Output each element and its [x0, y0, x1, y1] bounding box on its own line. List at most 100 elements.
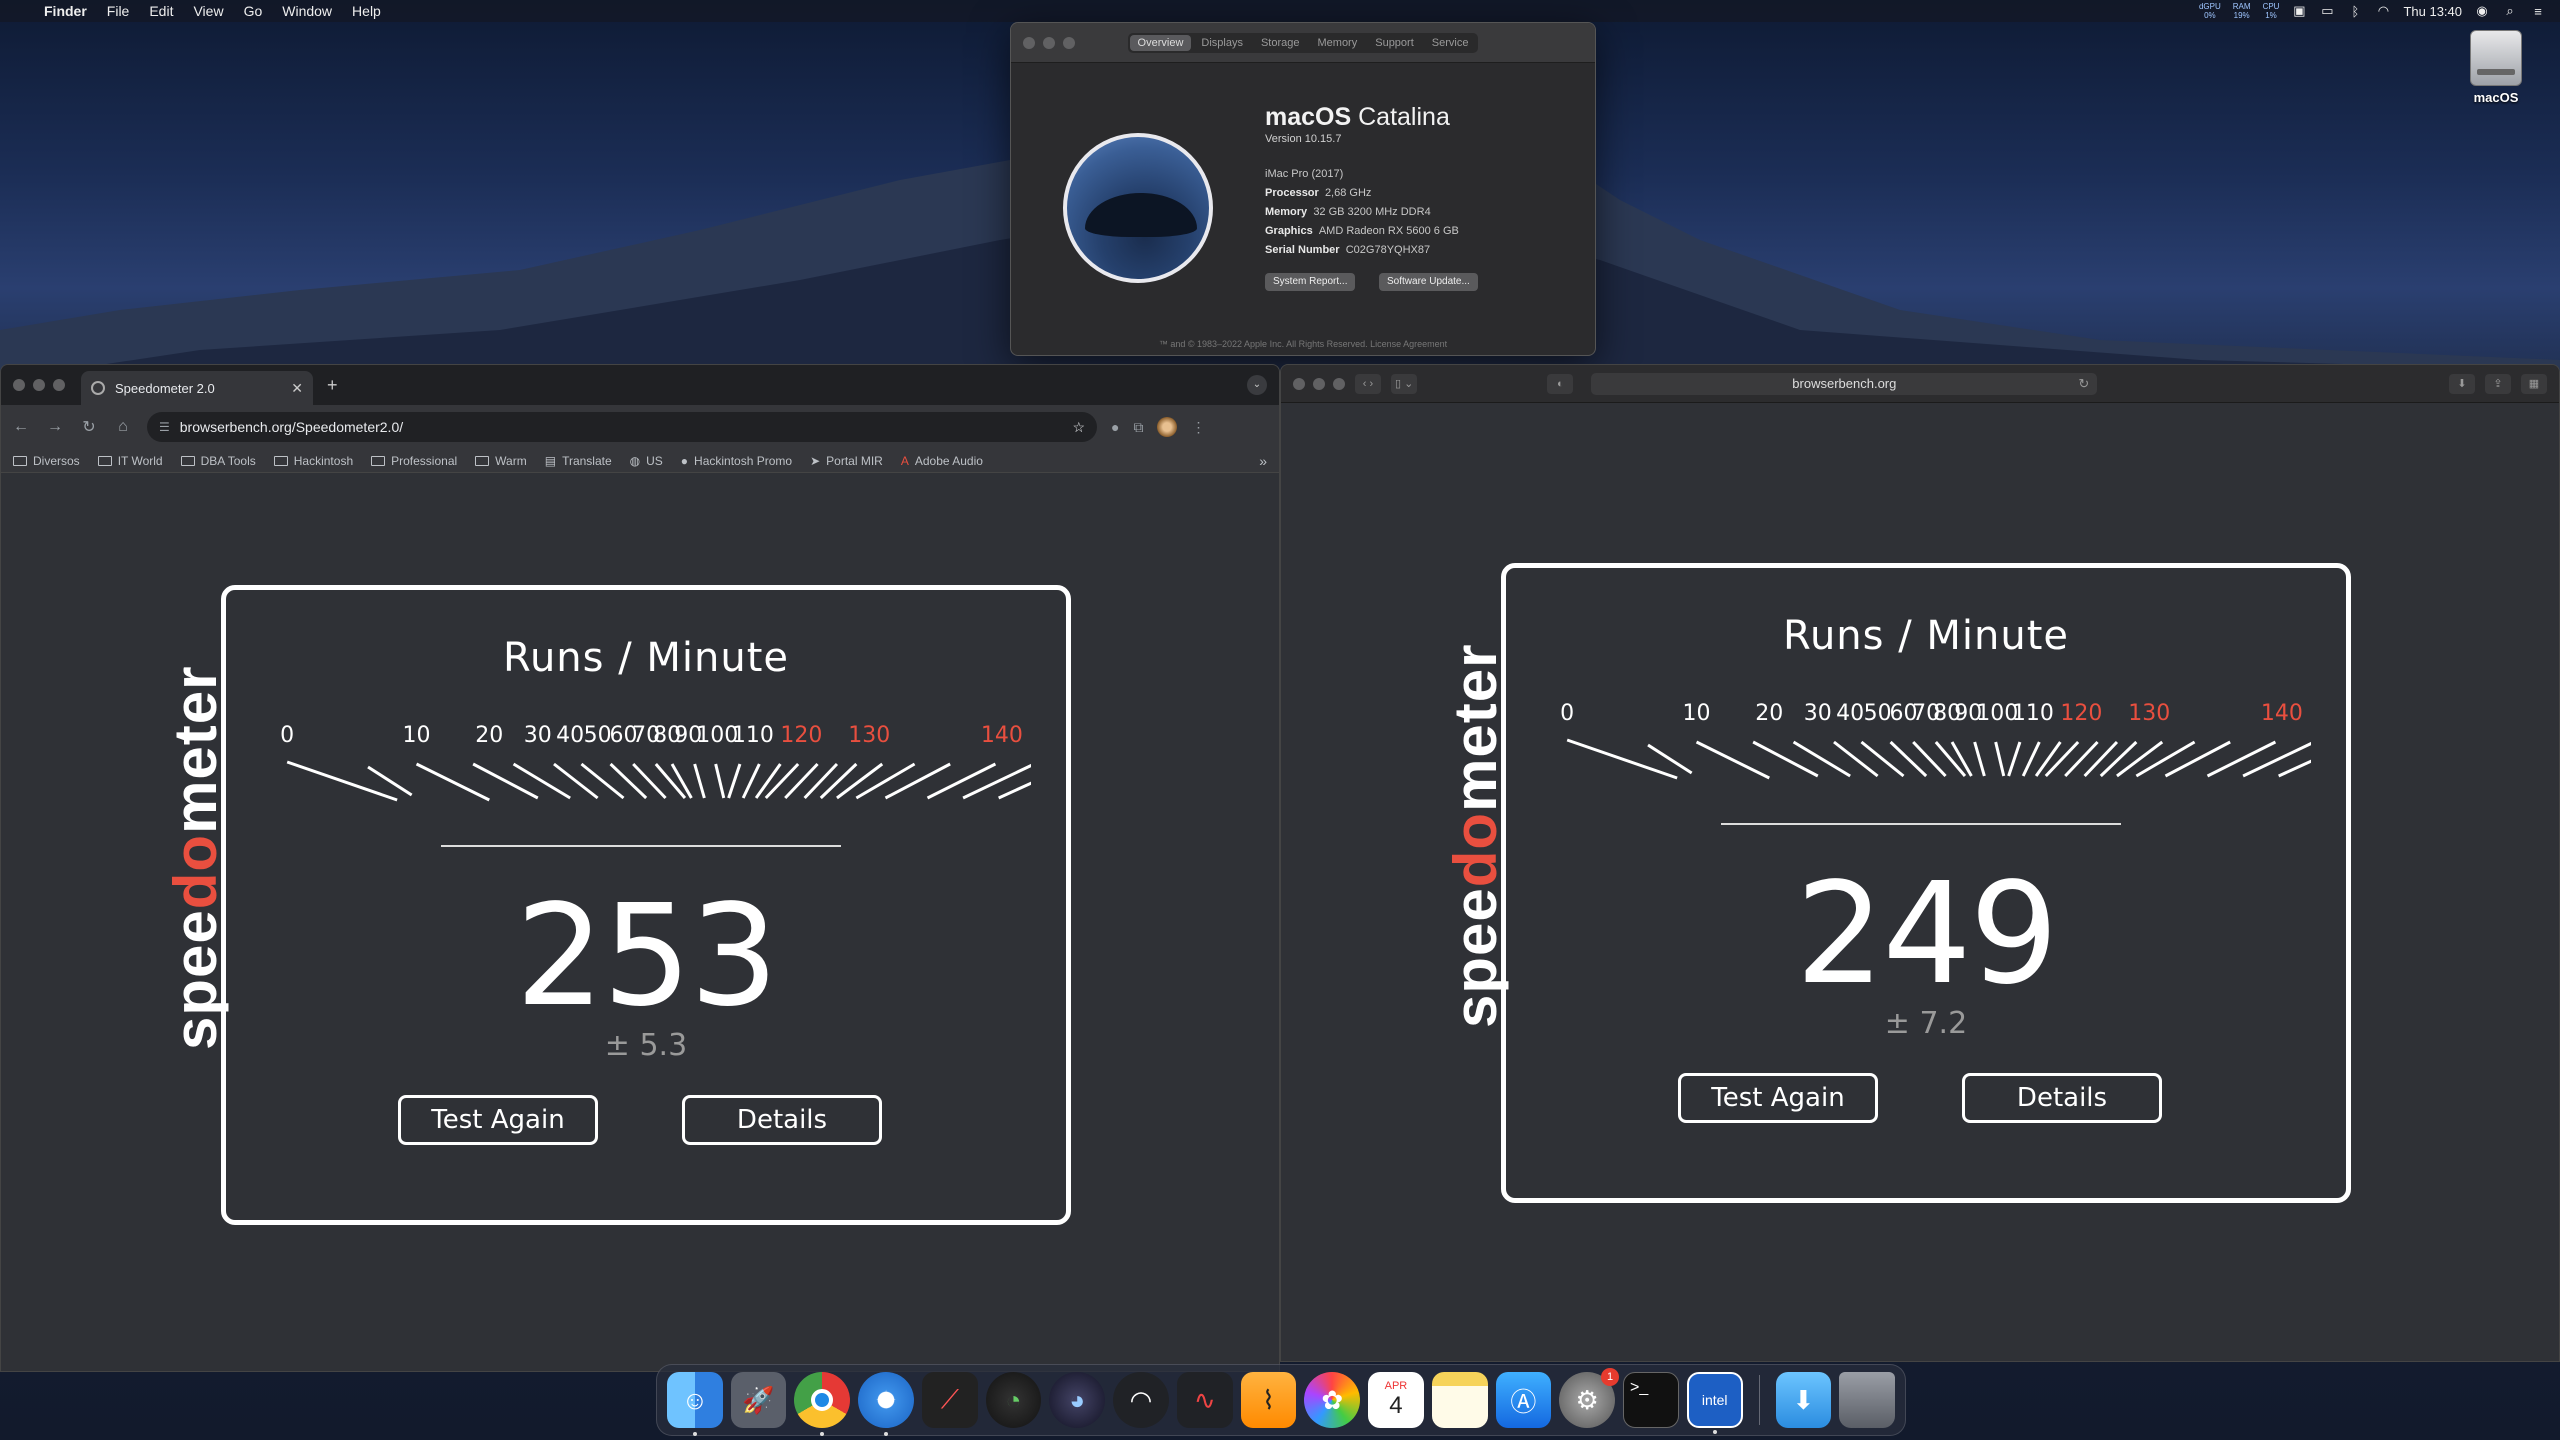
minimize-button[interactable]	[1313, 377, 1325, 390]
bookmark-link[interactable]: ◍ US	[630, 454, 663, 468]
user-icon[interactable]: ◉	[2474, 3, 2490, 18]
tab-overview[interactable]: Overview	[1129, 34, 1192, 51]
spotlight-icon[interactable]: ⌕	[2502, 3, 2518, 18]
minimize-button[interactable]	[33, 379, 45, 391]
extension-icon[interactable]: ●	[1111, 419, 1119, 435]
performance-icon[interactable]: ◠	[1113, 1372, 1169, 1428]
globe-icon	[91, 381, 105, 395]
safari-icon[interactable]: ✧	[858, 1372, 914, 1436]
more-bookmarks-icon[interactable]: »	[1259, 453, 1267, 469]
bookmark-star-icon[interactable]: ☆	[1072, 419, 1085, 436]
forward-icon[interactable]: →	[45, 418, 65, 436]
terminal-icon[interactable]: >_	[1623, 1372, 1679, 1428]
speed-gauge: 0 10 20 30 40 5060708090100110 120 130 140	[280, 723, 1031, 802]
software-update-button[interactable]: Software Update...	[1379, 273, 1478, 291]
menu-help[interactable]: Help	[352, 3, 381, 19]
photos-icon[interactable]: ✿	[1304, 1372, 1361, 1428]
profile-avatar[interactable]	[1157, 417, 1178, 437]
zoom-button[interactable]	[1063, 36, 1075, 49]
bookmark-folder[interactable]: IT World	[97, 454, 163, 468]
gauge-tick-mark	[741, 763, 761, 799]
tab-memory[interactable]: Memory	[1310, 35, 1366, 51]
close-button[interactable]	[1023, 36, 1035, 49]
menu-window[interactable]: Window	[282, 3, 332, 19]
close-tab-icon[interactable]: ✕	[291, 380, 303, 397]
back-forward-icon[interactable]: ‹ ›	[1355, 373, 1381, 394]
details-button[interactable]: Details	[682, 1095, 882, 1145]
ram-stat[interactable]: RAM 19%	[2233, 2, 2251, 20]
istat-icon[interactable]: ◔	[985, 1372, 1042, 1428]
about-tabs: Overview Displays Storage Memory Support…	[1127, 32, 1479, 53]
clock[interactable]: Thu 13:40	[2403, 4, 2462, 19]
cpu-stat[interactable]: CPU 1%	[2263, 2, 2280, 20]
activity-icon[interactable]: ⌇	[1240, 1372, 1297, 1428]
gauge-tick-mark	[754, 763, 782, 799]
menu-kebab-icon[interactable]: ⋮	[1191, 419, 1205, 436]
desktop-disk[interactable]: macOS	[2466, 30, 2526, 105]
extensions-puzzle-icon[interactable]: ⧉	[1133, 419, 1143, 436]
bluetooth-icon[interactable]: ᛒ	[2347, 4, 2363, 19]
downloads-icon[interactable]: ⬇	[1775, 1372, 1832, 1428]
menu-app-name[interactable]: Finder	[44, 3, 87, 19]
bookmark-folder[interactable]: Hackintosh	[273, 454, 353, 468]
site-info-icon[interactable]: ☰	[159, 420, 170, 434]
bookmark-folder[interactable]: Diversos	[13, 454, 80, 468]
bookmark-link[interactable]: ➤ Portal MIR	[810, 454, 883, 468]
bookmark-folder[interactable]: Professional	[371, 454, 457, 468]
reload-icon[interactable]: ↻	[79, 417, 99, 437]
zoom-button[interactable]	[53, 379, 65, 391]
tab-overview-icon[interactable]: ▦	[2521, 373, 2547, 394]
tab-support[interactable]: Support	[1367, 35, 1422, 51]
zoom-button[interactable]	[1333, 377, 1345, 390]
tab-search-icon[interactable]: ⌄	[1247, 375, 1267, 395]
calendar-icon[interactable]: APR 4	[1368, 1372, 1424, 1428]
system-report-button[interactable]: System Report...	[1265, 273, 1356, 291]
bookmark-folder[interactable]: Warm	[475, 454, 527, 468]
bookmark-link[interactable]: A Adobe Audio	[901, 454, 983, 468]
tab-service[interactable]: Service	[1424, 35, 1477, 51]
gpu-stat[interactable]: dGPU 0%	[2199, 2, 2221, 20]
bookmark-link[interactable]: ▤ Translate	[545, 454, 612, 468]
menu-go[interactable]: Go	[244, 3, 263, 19]
chrome-icon[interactable]	[794, 1372, 851, 1436]
details-button[interactable]: Details	[1962, 1073, 2162, 1123]
downloads-icon[interactable]: ⬇	[2449, 373, 2475, 394]
share-icon[interactable]: ⇪	[2485, 373, 2511, 394]
tab-storage[interactable]: Storage	[1253, 35, 1308, 51]
appstore-icon[interactable]: Ⓐ	[1495, 1372, 1552, 1428]
menu-edit[interactable]: Edit	[149, 3, 173, 19]
audio-icon[interactable]: ∿	[1176, 1372, 1233, 1428]
sidebar-icon[interactable]: ▯ ⌄	[1391, 373, 1418, 394]
speedometer-icon[interactable]: ◕	[1049, 1372, 1106, 1428]
bookmark-folder[interactable]: DBA Tools	[180, 454, 256, 468]
privacy-shield-icon[interactable]: ◐	[1547, 373, 1574, 394]
xnu-icon[interactable]: ⟋	[921, 1372, 978, 1428]
reload-icon[interactable]: ↻	[2078, 373, 2089, 395]
minimize-button[interactable]	[1043, 36, 1055, 49]
back-icon[interactable]: ←	[11, 418, 31, 436]
close-button[interactable]	[13, 379, 25, 391]
bookmark-link[interactable]: ● Hackintosh Promo	[681, 454, 792, 468]
menu-file[interactable]: File	[107, 3, 130, 19]
airplay-icon[interactable]: ▭	[2319, 3, 2335, 18]
intel-power-gadget-icon[interactable]: intel	[1686, 1372, 1743, 1434]
notes-icon[interactable]	[1431, 1372, 1488, 1428]
launchpad-icon[interactable]: 🚀	[730, 1372, 787, 1428]
tab-displays[interactable]: Displays	[1193, 35, 1251, 51]
home-icon[interactable]: ⌂	[113, 418, 133, 436]
new-tab-icon[interactable]: +	[327, 375, 338, 396]
wifi-icon[interactable]: ◠	[2375, 3, 2391, 18]
test-again-button[interactable]: Test Again	[1678, 1073, 1878, 1123]
settings-icon[interactable]: ⚙ 1	[1559, 1368, 1620, 1428]
address-bar[interactable]: browserbench.org ↻	[1591, 372, 2098, 395]
control-center-icon[interactable]: ▣	[2291, 3, 2307, 18]
tab-speedometer[interactable]: Speedometer 2.0 ✕	[81, 371, 313, 405]
menu-view[interactable]: View	[193, 3, 223, 19]
test-again-button[interactable]: Test Again	[398, 1095, 598, 1145]
notification-center-icon[interactable]: ≡	[2530, 4, 2546, 19]
close-button[interactable]	[1293, 377, 1305, 390]
address-bar[interactable]: ☰ browserbench.org/Speedometer2.0/ ☆	[147, 412, 1097, 442]
trash-icon[interactable]	[1839, 1372, 1896, 1428]
chrome-page: speedometer Runs / Minute 0 10 20 30 40 50 60 7…	[1, 473, 1279, 1371]
finder-icon[interactable]: ☺	[667, 1372, 723, 1436]
